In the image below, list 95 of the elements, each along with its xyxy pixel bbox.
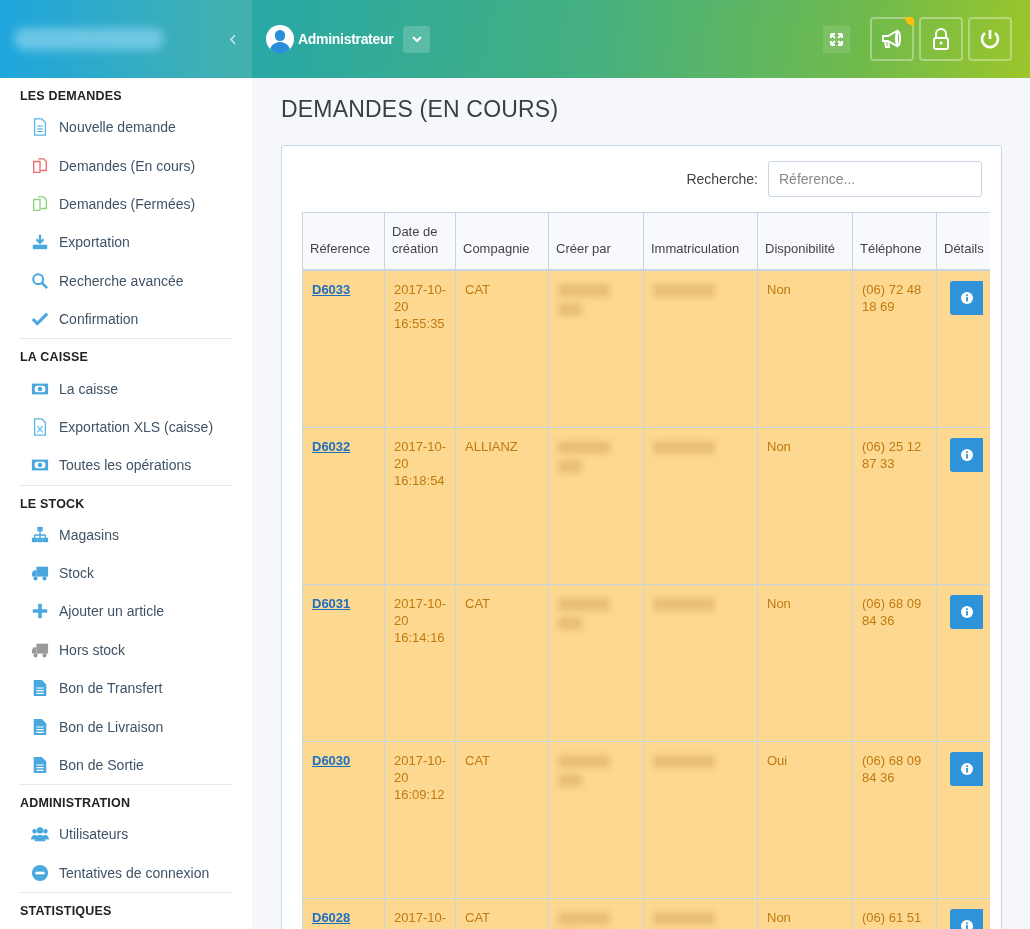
sidebar-item[interactable]: Stock xyxy=(19,553,232,593)
info-icon xyxy=(960,606,973,618)
search-label: Recherche: xyxy=(686,171,758,187)
megaphone-icon xyxy=(880,28,904,50)
section-heading: STATISTIQUES xyxy=(19,903,113,921)
reference-link[interactable]: D6032 xyxy=(312,439,351,454)
lock-button[interactable] xyxy=(919,17,963,61)
table-cell: 2017-10-20 16:18:54 xyxy=(384,427,456,585)
power-button[interactable] xyxy=(968,17,1012,61)
sidebar-item[interactable]: Bon de Transfert xyxy=(19,669,232,708)
notification-badge xyxy=(905,17,914,26)
section-heading: LES DEMANDES xyxy=(19,88,123,105)
sidebar-item[interactable]: Exportation xyxy=(19,223,232,262)
info-icon xyxy=(960,920,973,929)
blurred-text xyxy=(558,912,610,925)
details-button[interactable] xyxy=(950,752,983,786)
page-title: DEMANDES (EN COURS) xyxy=(281,96,560,123)
sidebar-item[interactable]: Nouvelle demande xyxy=(19,108,232,147)
section-heading: ADMINISTRATION xyxy=(19,795,132,813)
table-cell: Oui xyxy=(757,741,853,899)
sidebar-item[interactable]: Demandes (En cours) xyxy=(19,146,232,185)
column-header[interactable]: Disponibilité xyxy=(757,212,853,270)
table-cell: 2017-10- xyxy=(384,898,456,929)
section-heading: LA CAISSE xyxy=(19,349,89,367)
column-header[interactable]: Détails xyxy=(936,212,990,270)
info-icon xyxy=(960,449,973,461)
table-cell: Non xyxy=(757,427,853,585)
reference-link[interactable]: D6033 xyxy=(312,282,351,297)
table-cell: CAT xyxy=(455,741,549,899)
sidebar-item[interactable]: Ajouter un article xyxy=(19,592,232,631)
blurred-text xyxy=(558,441,610,454)
sidebar-item[interactable]: Tentatives de connexion xyxy=(19,853,232,893)
details-button[interactable] xyxy=(950,281,983,315)
table-cell: (06) 68 09 84 36 xyxy=(852,584,937,742)
blurred-text xyxy=(653,912,715,925)
table-cell: Non xyxy=(757,270,853,428)
section-heading: LE STOCK xyxy=(19,495,86,513)
column-header[interactable]: Téléphone xyxy=(852,212,937,270)
column-header[interactable]: Immatriculation xyxy=(643,212,758,270)
table-cell: (06) 72 48 18 69 xyxy=(852,270,937,428)
table-cell: CAT xyxy=(455,270,549,428)
blurred-text xyxy=(653,284,715,297)
sidebar-item[interactable]: Recherche avancée xyxy=(19,261,232,300)
column-header[interactable]: Compagnie xyxy=(455,212,549,270)
table-cell: 2017-10-20 16:14:16 xyxy=(384,584,456,742)
sidebar-item[interactable]: Confirmation xyxy=(19,299,232,339)
fullscreen-button[interactable] xyxy=(823,25,850,53)
sidebar-item[interactable]: Toutes les opérations xyxy=(19,446,232,485)
table-cell: Non xyxy=(757,898,853,929)
blurred-text xyxy=(653,598,715,611)
chevron-left-icon[interactable] xyxy=(229,33,236,45)
sidebar-item[interactable]: Bon de Sortie xyxy=(19,745,232,785)
avatar-icon xyxy=(266,25,294,53)
blurred-text xyxy=(653,755,715,768)
table-cell: Non xyxy=(757,584,853,742)
table-cell: (06) 25 12 87 33 xyxy=(852,427,937,585)
sidebar-item[interactable]: Utilisateurs xyxy=(19,815,232,854)
table-cell: 2017-10-20 16:55:35 xyxy=(384,270,456,428)
blurred-text xyxy=(558,617,582,630)
power-icon xyxy=(979,28,1001,50)
blurred-text xyxy=(558,774,582,787)
info-icon xyxy=(960,763,973,775)
chevron-down-icon xyxy=(411,35,422,43)
notifications-button[interactable] xyxy=(870,17,914,61)
column-header[interactable]: Créer par xyxy=(548,212,644,270)
details-button[interactable] xyxy=(950,595,983,629)
sidebar-item[interactable]: Hors stock xyxy=(19,630,232,670)
lock-icon xyxy=(932,27,950,51)
search-field[interactable]: Réference... xyxy=(768,161,982,197)
column-header[interactable]: Réference xyxy=(302,212,385,270)
blurred-text xyxy=(653,441,715,454)
table-cell: 2017-10-20 16:09:12 xyxy=(384,741,456,899)
info-icon xyxy=(960,292,973,304)
table-cell: (06) 68 09 84 36 xyxy=(852,741,937,899)
table-cell: CAT xyxy=(455,584,549,742)
sidebar-item[interactable]: Exportation XLS (caisse) xyxy=(19,407,232,447)
sidebar-item[interactable]: La caisse xyxy=(19,369,232,408)
blurred-text xyxy=(558,460,582,473)
sidebar-item[interactable]: Bon de Livraison xyxy=(19,707,232,746)
blurred-text xyxy=(558,303,582,316)
expand-icon xyxy=(830,32,843,46)
sidebar-item[interactable]: Demandes (Fermées) xyxy=(19,184,232,224)
reference-link[interactable]: D6030 xyxy=(312,753,351,768)
column-header[interactable]: Date de création xyxy=(384,212,456,270)
reference-link[interactable]: D6031 xyxy=(312,596,351,611)
blurred-text xyxy=(558,755,610,768)
sidebar-item[interactable]: Magasins xyxy=(19,515,232,554)
blurred-text xyxy=(558,284,610,297)
details-button[interactable] xyxy=(950,438,983,472)
user-name: Administrateur xyxy=(298,31,394,47)
table-cell: ALLIANZ xyxy=(455,427,549,585)
blurred-text xyxy=(558,598,610,611)
table-cell: (06) 61 51 xyxy=(852,898,937,929)
user-menu-button[interactable] xyxy=(403,25,431,53)
table-cell: CAT xyxy=(455,898,549,929)
